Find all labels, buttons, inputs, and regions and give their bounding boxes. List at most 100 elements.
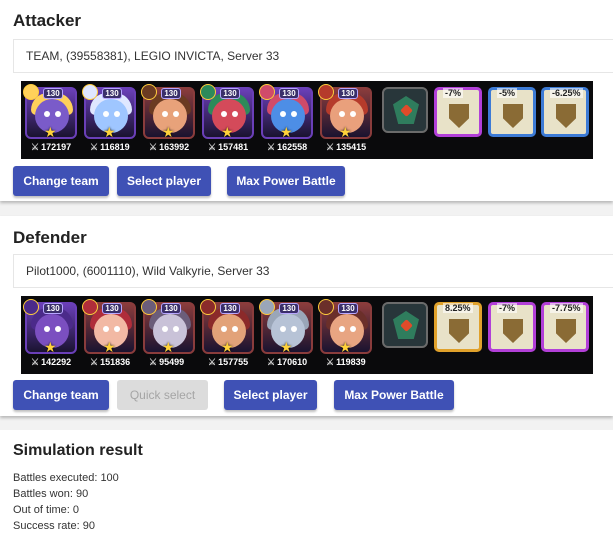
hero-eye [232, 326, 238, 332]
hero-power-value: 157755 [218, 357, 249, 367]
attacker-hero-power: ⚔ 172197 [31, 142, 71, 153]
attacker-hero-level-badge: 130 [338, 88, 358, 99]
defender-banner-slot[interactable]: -7% [488, 302, 536, 352]
star-icon: ★ [221, 124, 234, 139]
defender-banner-slot[interactable]: 8.25% [434, 302, 482, 352]
attacker-player-info: TEAM, (39558381), LEGIO INVICTA, Server … [13, 39, 613, 73]
attacker-select-player-button[interactable]: Select player [117, 166, 211, 196]
defender-hero-power: ⚔ 157755 [208, 357, 248, 368]
hero-eye [44, 111, 50, 117]
artifact-icon [82, 84, 98, 100]
defender-hero-power: ⚔ 151836 [90, 357, 130, 368]
shield-icon [556, 104, 576, 128]
star-icon: ★ [280, 339, 293, 354]
artifact-icon [259, 299, 275, 315]
defender-change-team-button[interactable]: Change team [13, 380, 109, 410]
star-icon: ★ [162, 339, 175, 354]
artifact-icon [141, 299, 157, 315]
attacker-hero-power: ⚔ 116819 [90, 142, 130, 153]
swords-icon: ⚔ [326, 357, 335, 367]
defender-pet-slot[interactable] [382, 302, 428, 348]
hero-eye [280, 326, 286, 332]
artifact-icon [200, 299, 216, 315]
defender-hero-level-badge: 130 [338, 303, 358, 314]
attacker-banner-slot[interactable]: -5% [488, 87, 536, 137]
shield-icon [449, 104, 469, 128]
defender-banner-percent: -7.75% [550, 303, 583, 313]
defender-quick-select-button[interactable]: Quick select [117, 380, 208, 410]
hero-power-value: 135415 [336, 142, 367, 152]
artifact-icon [200, 84, 216, 100]
hero-eye [221, 326, 227, 332]
defender-hero-level-badge: 130 [43, 303, 63, 314]
hero-eye [55, 111, 61, 117]
swords-icon: ⚔ [267, 142, 276, 152]
shield-icon [503, 319, 523, 343]
hero-eye [339, 326, 345, 332]
hero-eye [173, 326, 179, 332]
hero-eye [221, 111, 227, 117]
battles-executed-text: Battles executed: 100 [13, 472, 119, 484]
defender-title: Defender [13, 228, 87, 247]
artifact-icon [318, 299, 334, 315]
star-icon: ★ [162, 124, 175, 139]
star-icon: ★ [44, 124, 57, 139]
star-icon: ★ [339, 339, 352, 354]
defender-hero-level-badge: 130 [102, 303, 122, 314]
hero-eye [291, 326, 297, 332]
swords-icon: ⚔ [31, 142, 40, 152]
hero-eye [350, 326, 356, 332]
battles-won-text: Battles won: 90 [13, 488, 89, 500]
artifact-icon [82, 299, 98, 315]
attacker-hero-level-badge: 130 [279, 88, 299, 99]
hero-power-value: 151836 [100, 357, 131, 367]
attacker-banner-slot[interactable]: -6.25% [541, 87, 589, 137]
defender-select-player-button[interactable]: Select player [224, 380, 317, 410]
swords-icon: ⚔ [149, 142, 158, 152]
hero-eye [173, 111, 179, 117]
attacker-change-team-button[interactable]: Change team [13, 166, 109, 196]
attacker-banner-slot[interactable]: -7% [434, 87, 482, 137]
hero-power-value: 170610 [277, 357, 308, 367]
shield-icon [449, 319, 469, 343]
attacker-hero-level-badge: 130 [102, 88, 122, 99]
simulation-result-title: Simulation result [13, 442, 143, 459]
attacker-banner-percent: -7% [443, 88, 464, 98]
hero-eye [232, 111, 238, 117]
hero-power-value: 172197 [41, 142, 72, 152]
attacker-hero-level-badge: 130 [43, 88, 63, 99]
defender-hero-power: ⚔ 95499 [149, 357, 184, 368]
defender-team-strip[interactable]: ★ 130 ⚔ 142292 ★ 130 ⚔ 151836 ★ 130 ⚔ 95499 ★ 130 ⚔ 157… [21, 296, 593, 374]
attacker-panel: Attacker TEAM, (39558381), LEGIO INVICTA… [0, 0, 613, 201]
attacker-banner-percent: -6.25% [550, 88, 583, 98]
hero-power-value: 95499 [159, 357, 185, 367]
defender-hero-power: ⚔ 170610 [267, 357, 307, 368]
hero-eye [114, 326, 120, 332]
attacker-max-power-battle-button[interactable]: Max Power Battle [227, 166, 345, 196]
defender-hero-power: ⚔ 119839 [326, 357, 366, 368]
hero-power-value: 157481 [218, 142, 249, 152]
hero-eye [280, 111, 286, 117]
out-of-time-text: Out of time: 0 [13, 504, 80, 516]
star-icon: ★ [44, 339, 57, 354]
swords-icon: ⚔ [208, 142, 217, 152]
attacker-pet-slot[interactable] [382, 87, 428, 133]
defender-hero-level-badge: 130 [220, 303, 240, 314]
hero-eye [350, 111, 356, 117]
artifact-icon [23, 84, 39, 100]
attacker-banner-percent: -5% [497, 88, 518, 98]
attacker-team-strip[interactable]: ★ 130 ⚔ 172197 ★ 130 ⚔ 116819 ★ 130 ⚔ 163992 ★ 130 ⚔ 15… [21, 81, 593, 159]
defender-hero-level-badge: 130 [279, 303, 299, 314]
artifact-icon [23, 299, 39, 315]
simulation-result-panel: Simulation result Battles executed: 100 … [0, 430, 613, 546]
defender-hero-power: ⚔ 142292 [31, 357, 71, 368]
hero-eye [291, 111, 297, 117]
defender-banner-slot[interactable]: -7.75% [541, 302, 589, 352]
hero-eye [339, 111, 345, 117]
star-icon: ★ [103, 124, 116, 139]
star-icon: ★ [339, 124, 352, 139]
star-icon: ★ [103, 339, 116, 354]
hero-eye [103, 326, 109, 332]
hero-eye [103, 111, 109, 117]
defender-max-power-battle-button[interactable]: Max Power Battle [334, 380, 454, 410]
